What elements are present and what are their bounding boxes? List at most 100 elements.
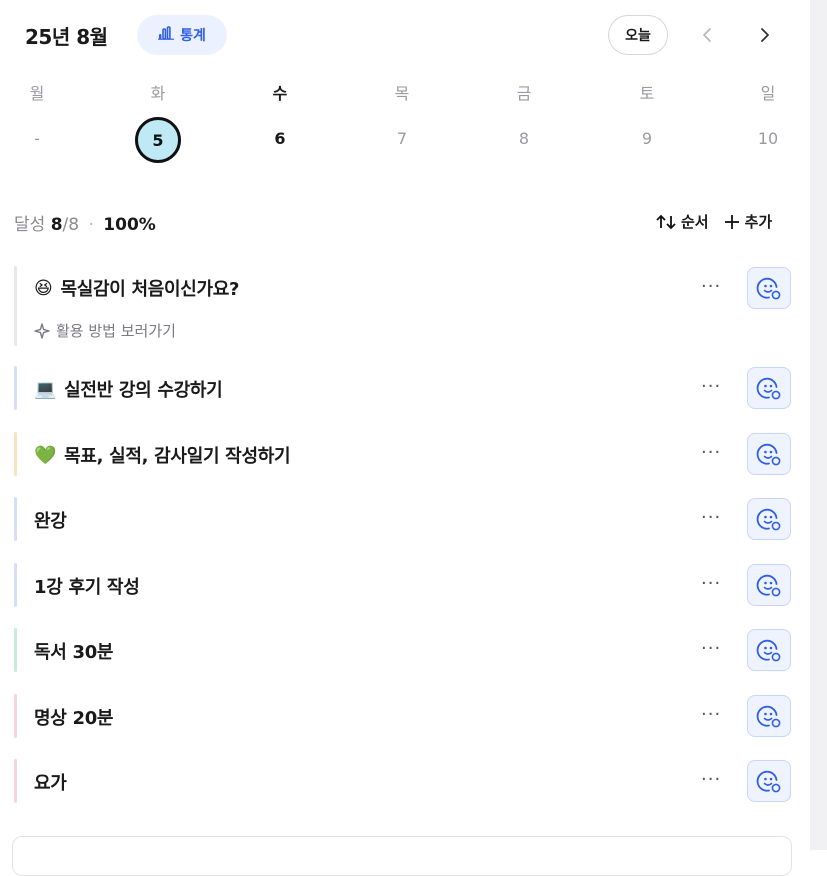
achievement-percent: 100% bbox=[103, 215, 156, 235]
more-options-button[interactable]: ··· bbox=[701, 376, 721, 397]
stats-label: 통계 bbox=[180, 28, 206, 44]
reaction-button[interactable] bbox=[747, 760, 791, 802]
plus-icon bbox=[724, 214, 739, 229]
task-color-bar bbox=[14, 432, 17, 476]
bottom-card[interactable] bbox=[12, 836, 792, 876]
task-color-bar bbox=[14, 366, 17, 410]
weekday-wed: 수 bbox=[272, 84, 288, 103]
add-task-button[interactable]: 추가 bbox=[723, 211, 773, 232]
task-item-journal[interactable]: 💚 목표, 실적, 감사일기 작성하기 ··· bbox=[14, 432, 792, 476]
task-title: 독서 30분 bbox=[34, 638, 114, 664]
task-title: 명상 20분 bbox=[34, 704, 114, 730]
reaction-button[interactable] bbox=[747, 367, 791, 409]
reaction-button[interactable] bbox=[747, 695, 791, 737]
reaction-button[interactable] bbox=[747, 629, 791, 671]
smiley-add-icon bbox=[756, 443, 781, 466]
task-title: 1강 후기 작성 bbox=[34, 573, 140, 599]
more-options-button[interactable]: ··· bbox=[701, 704, 721, 725]
next-week-button[interactable] bbox=[745, 15, 785, 55]
achievement-total: /8 bbox=[62, 215, 80, 235]
today-button[interactable]: 오늘 bbox=[608, 15, 668, 55]
task-title: 완강 bbox=[34, 507, 67, 533]
task-title: 요가 bbox=[34, 769, 67, 795]
smiley-add-icon bbox=[756, 574, 781, 597]
date-wed[interactable]: 6 bbox=[250, 129, 310, 148]
task-item-guide[interactable]: 😆 목실감이 처음이신가요? 활용 방법 보러가기 ··· bbox=[14, 266, 792, 346]
month-title: 25년 8월 bbox=[25, 25, 108, 49]
sort-arrows-icon bbox=[656, 214, 676, 229]
date-thu[interactable]: 7 bbox=[372, 129, 432, 148]
guide-link[interactable]: 활용 방법 보러가기 bbox=[34, 320, 176, 341]
task-title-text: 요가 bbox=[34, 773, 67, 794]
achievement-label: 달성 bbox=[14, 215, 46, 235]
more-options-button[interactable]: ··· bbox=[701, 573, 721, 594]
smiley-add-icon bbox=[756, 639, 781, 662]
more-options-button[interactable]: ··· bbox=[701, 276, 721, 297]
task-title: 😆 목실감이 처음이신가요? bbox=[34, 275, 239, 301]
reaction-button[interactable] bbox=[747, 267, 791, 309]
sparkle-icon bbox=[34, 322, 50, 339]
task-color-bar bbox=[14, 628, 17, 672]
weekday-tue: 화 bbox=[150, 84, 166, 103]
task-title-text: 목표, 실적, 감사일기 작성하기 bbox=[64, 446, 291, 467]
green-heart-emoji-icon: 💚 bbox=[34, 444, 57, 466]
bar-chart-icon bbox=[158, 26, 175, 44]
laughing-emoji-icon: 😆 bbox=[34, 277, 53, 299]
more-options-button[interactable]: ··· bbox=[701, 442, 721, 463]
weekday-thu: 목 bbox=[394, 84, 410, 103]
achievement-summary: 달성 8/8 · 100% bbox=[14, 210, 156, 235]
reaction-button[interactable] bbox=[747, 433, 791, 475]
prev-week-button[interactable] bbox=[687, 15, 727, 55]
add-label: 추가 bbox=[744, 213, 773, 231]
smiley-add-icon bbox=[756, 277, 781, 300]
date-sat[interactable]: 9 bbox=[617, 129, 677, 148]
more-options-button[interactable]: ··· bbox=[701, 507, 721, 528]
date-mon: - bbox=[34, 129, 40, 148]
task-item-meditation[interactable]: 명상 20분 ··· bbox=[14, 694, 792, 738]
achievement-done: 8 bbox=[50, 215, 63, 235]
sort-label: 순서 bbox=[681, 213, 709, 231]
more-options-button[interactable]: ··· bbox=[701, 769, 721, 790]
sort-button[interactable]: 순서 bbox=[655, 211, 709, 232]
task-item-reading[interactable]: 독서 30분 ··· bbox=[14, 628, 792, 672]
task-item-review[interactable]: 1강 후기 작성 ··· bbox=[14, 563, 792, 607]
task-title: 💻 실전반 강의 수강하기 bbox=[34, 376, 223, 402]
date-sun[interactable]: 10 bbox=[738, 129, 798, 148]
smiley-add-icon bbox=[756, 508, 781, 531]
task-title-text: 목실감이 처음이신가요? bbox=[60, 279, 240, 300]
smiley-add-icon bbox=[756, 770, 781, 793]
laptop-emoji-icon: 💻 bbox=[34, 378, 57, 400]
task-title-text: 완강 bbox=[34, 511, 67, 532]
task-color-bar bbox=[14, 694, 17, 738]
task-title-text: 명상 20분 bbox=[34, 708, 114, 729]
calendar-header: 25년 8월 통계 오늘 bbox=[0, 0, 810, 70]
date-tue-selected[interactable]: 5 bbox=[135, 117, 181, 163]
summary-separator: · bbox=[88, 215, 94, 235]
reaction-button[interactable] bbox=[747, 498, 791, 540]
task-item-lecture[interactable]: 💻 실전반 강의 수강하기 ··· bbox=[14, 366, 792, 410]
date-fri[interactable]: 8 bbox=[494, 129, 554, 148]
scrollbar-track[interactable] bbox=[810, 0, 827, 850]
task-color-bar bbox=[14, 759, 17, 803]
weekday-sun: 일 bbox=[760, 84, 776, 103]
reaction-button[interactable] bbox=[747, 564, 791, 606]
more-options-button[interactable]: ··· bbox=[701, 638, 721, 659]
task-item-yoga[interactable]: 요가 ··· bbox=[14, 759, 792, 803]
smiley-add-icon bbox=[756, 705, 781, 728]
chevron-left-icon bbox=[703, 28, 711, 42]
task-title-text: 1강 후기 작성 bbox=[34, 577, 140, 598]
task-title-text: 독서 30분 bbox=[34, 642, 114, 663]
task-color-bar bbox=[14, 266, 17, 346]
task-color-bar bbox=[14, 497, 17, 541]
task-title-text: 실전반 강의 수강하기 bbox=[64, 380, 223, 401]
guide-link-label: 활용 방법 보러가기 bbox=[56, 322, 176, 340]
task-color-bar bbox=[14, 563, 17, 607]
task-title: 💚 목표, 실적, 감사일기 작성하기 bbox=[34, 442, 291, 468]
smiley-add-icon bbox=[756, 377, 781, 400]
weekday-sat: 토 bbox=[639, 84, 655, 103]
weekday-fri: 금 bbox=[516, 84, 532, 103]
chevron-right-icon bbox=[761, 28, 769, 42]
weekday-mon: 월 bbox=[29, 84, 45, 103]
task-item-complete[interactable]: 완강 ··· bbox=[14, 497, 792, 541]
stats-button[interactable]: 통계 bbox=[137, 15, 227, 55]
